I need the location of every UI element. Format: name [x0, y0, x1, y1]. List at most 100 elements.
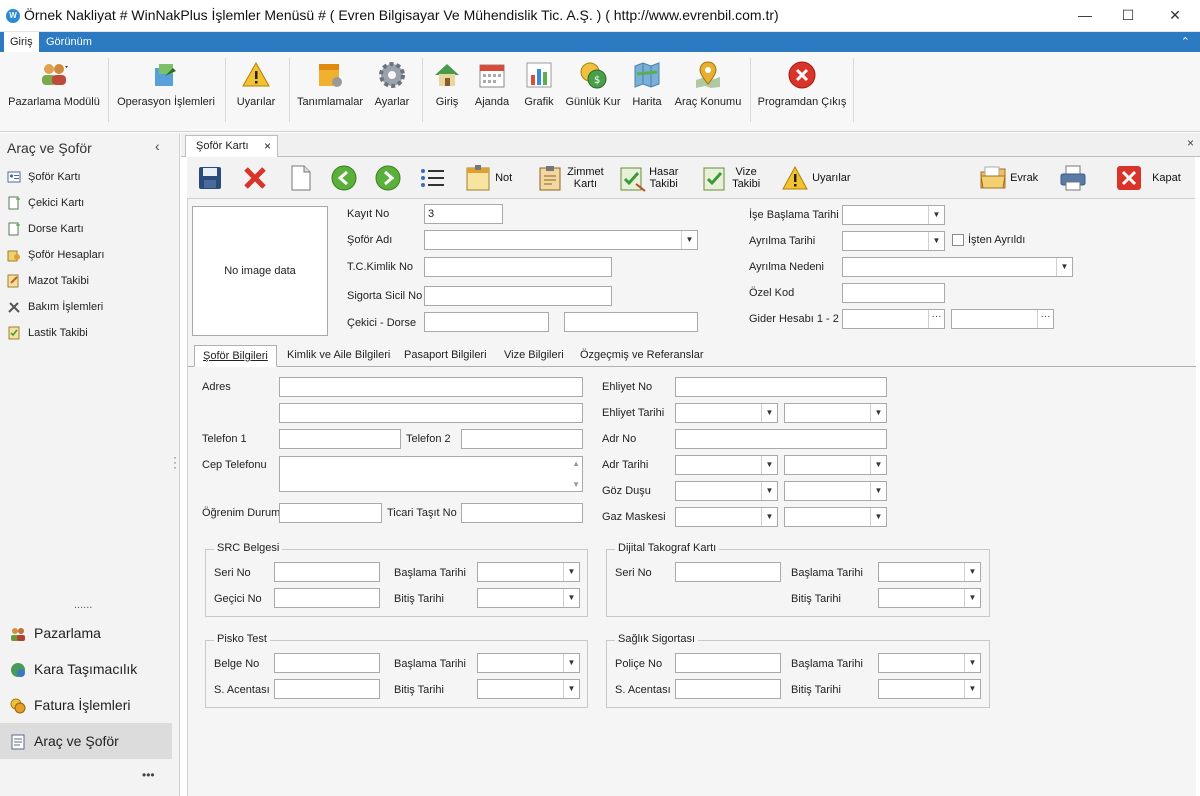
gaz-maskesi-2[interactable]: ▼: [784, 507, 887, 527]
takograf-bitis-date[interactable]: ▼: [878, 588, 981, 608]
grafik-button[interactable]: Grafik: [520, 56, 558, 122]
nav-item-cekici-karti[interactable]: Çekici Kartı: [7, 193, 172, 213]
maximize-button[interactable]: ☐: [1105, 0, 1151, 31]
sofor-adi-dropdown[interactable]: ▼: [424, 230, 698, 250]
ehliyet-no-input[interactable]: [675, 377, 887, 397]
adres-input-2[interactable]: [279, 403, 583, 423]
gider-hesabi-1-lookup[interactable]: ···: [842, 309, 945, 329]
tanimlamalar-button[interactable]: Tanımlamalar: [296, 56, 364, 122]
cep-telefonu-input[interactable]: ▲ ▼: [279, 456, 583, 492]
nav-more-icon[interactable]: •••: [142, 768, 155, 782]
telefon1-input[interactable]: [279, 429, 401, 449]
gaz-maskesi-1[interactable]: ▼: [675, 507, 778, 527]
ayrilma-tarihi-date[interactable]: ▼: [842, 231, 945, 251]
vize-takibi-button[interactable]: Vize Takibi: [701, 157, 760, 199]
delete-button[interactable]: [241, 157, 269, 199]
ise-baslama-date[interactable]: ▼: [842, 205, 945, 225]
pisko-baslama-date[interactable]: ▼: [477, 653, 580, 673]
nav-item-sofor-hesaplari[interactable]: Şoför Hesapları: [7, 245, 172, 265]
print-button[interactable]: [1059, 157, 1087, 199]
adr-tarihi-2[interactable]: ▼: [784, 455, 887, 475]
src-gecici-input[interactable]: [274, 588, 380, 608]
ehliyet-tarihi-1[interactable]: ▼: [675, 403, 778, 423]
list-button[interactable]: [418, 157, 446, 199]
nav-item-bakim-islemleri[interactable]: Bakım İşlemleri: [7, 297, 172, 317]
next-button[interactable]: [374, 157, 402, 199]
tc-kimlik-input[interactable]: [424, 257, 612, 277]
operasyon-islemleri-button[interactable]: Operasyon İşlemleri: [114, 56, 218, 122]
arac-konumu-button[interactable]: Araç Konumu: [674, 56, 742, 122]
save-button[interactable]: [196, 157, 224, 199]
tab-pasaport[interactable]: Pasaport Bilgileri: [396, 345, 495, 367]
new-button[interactable]: [286, 157, 314, 199]
src-seri-input[interactable]: [274, 562, 380, 582]
giris-ribbon-button[interactable]: Giriş: [430, 56, 464, 122]
hasar-takibi-button[interactable]: Hasar Takibi: [618, 157, 678, 199]
uyarilar-ribbon-button[interactable]: Uyarılar: [231, 56, 281, 122]
previous-button[interactable]: [330, 157, 358, 199]
scroll-down-icon[interactable]: ▼: [572, 480, 580, 489]
saglik-police-input[interactable]: [675, 653, 781, 673]
takograf-seri-input[interactable]: [675, 562, 781, 582]
telefon2-input[interactable]: [461, 429, 583, 449]
nav-group-arac-ve-sofor[interactable]: Araç ve Şoför: [0, 723, 172, 759]
programdan-cikis-button[interactable]: Programdan Çıkış: [756, 56, 848, 122]
ehliyet-tarihi-2[interactable]: ▼: [784, 403, 887, 423]
nav-group-pazarlama[interactable]: Pazarlama: [0, 615, 172, 651]
tab-ozgecmis[interactable]: Özgeçmiş ve Referanslar: [572, 345, 712, 367]
src-baslama-date[interactable]: ▼: [477, 562, 580, 582]
nav-group-fatura-islemleri[interactable]: Fatura İşlemleri: [0, 687, 172, 723]
takograf-baslama-date[interactable]: ▼: [878, 562, 981, 582]
harita-button[interactable]: Harita: [628, 56, 666, 122]
ozel-kod-input[interactable]: [842, 283, 945, 303]
zimmet-karti-button[interactable]: Zimmet Kartı: [536, 157, 604, 199]
nav-item-sofor-karti[interactable]: Şoför Kartı: [7, 167, 172, 187]
goz-dusu-1[interactable]: ▼: [675, 481, 778, 501]
adres-input-1[interactable]: [279, 377, 583, 397]
saglik-acente-input[interactable]: [675, 679, 781, 699]
evrak-button[interactable]: Evrak: [979, 157, 1038, 199]
ribbon-collapse-icon[interactable]: ⌃: [1181, 32, 1190, 52]
ayarlar-button[interactable]: Ayarlar: [369, 56, 415, 122]
kayit-no-input[interactable]: 3: [424, 204, 503, 224]
nav-item-mazot-takibi[interactable]: Mazot Takibi: [7, 271, 172, 291]
nav-group-kara-tasimacilik[interactable]: Kara Taşımacılık: [0, 651, 172, 687]
gider-hesabi-2-lookup[interactable]: ···: [951, 309, 1054, 329]
ayrilma-nedeni-dropdown[interactable]: ▼: [842, 257, 1073, 277]
saglik-bitis-date[interactable]: ▼: [878, 679, 981, 699]
ajanda-button[interactable]: Ajanda: [472, 56, 512, 122]
uyarilar-toolbar-button[interactable]: Uyarılar: [781, 157, 851, 199]
goz-dusu-2[interactable]: ▼: [784, 481, 887, 501]
pisko-belge-input[interactable]: [274, 653, 380, 673]
kapat-button[interactable]: Kapat: [1115, 157, 1181, 199]
ribbon-tab-gorunum[interactable]: Görünüm: [40, 32, 98, 52]
nav-collapse-icon[interactable]: ‹: [155, 138, 160, 154]
scroll-up-icon[interactable]: ▲: [572, 459, 580, 468]
close-all-tabs-icon[interactable]: ×: [1187, 136, 1194, 150]
ellipsis-icon[interactable]: ···: [928, 310, 944, 328]
tab-kimlik-aile[interactable]: Kimlik ve Aile Bilgileri: [279, 345, 398, 367]
close-window-button[interactable]: ✕: [1152, 0, 1198, 31]
panel-splitter-icon[interactable]: · · ·: [173, 451, 177, 473]
tab-close-icon[interactable]: ×: [264, 136, 271, 156]
ribbon-tab-giris[interactable]: Giriş: [4, 32, 39, 52]
isten-ayrildi-checkbox[interactable]: [952, 234, 964, 246]
not-button[interactable]: Not: [464, 157, 512, 199]
pisko-bitis-date[interactable]: ▼: [477, 679, 580, 699]
gunluk-kur-button[interactable]: $ Günlük Kur: [564, 56, 622, 122]
nav-splitter-dots[interactable]: ......: [74, 599, 92, 611]
ogrenim-input[interactable]: [279, 503, 382, 523]
dorse-input[interactable]: [564, 312, 698, 332]
ticari-tasit-input[interactable]: [461, 503, 583, 523]
pisko-acente-input[interactable]: [274, 679, 380, 699]
cekici-input[interactable]: [424, 312, 549, 332]
ellipsis-icon[interactable]: ···: [1037, 310, 1053, 328]
nav-item-lastik-takibi[interactable]: Lastik Takibi: [7, 323, 172, 343]
driver-photo[interactable]: No image data: [192, 206, 328, 336]
pazarlama-modulu-button[interactable]: Pazarlama Modülü: [6, 56, 102, 122]
src-bitis-date[interactable]: ▼: [477, 588, 580, 608]
saglik-baslama-date[interactable]: ▼: [878, 653, 981, 673]
tab-sofor-karti[interactable]: Şoför Kartı ×: [185, 135, 278, 157]
minimize-button[interactable]: —: [1062, 0, 1108, 31]
adr-no-input[interactable]: [675, 429, 887, 449]
